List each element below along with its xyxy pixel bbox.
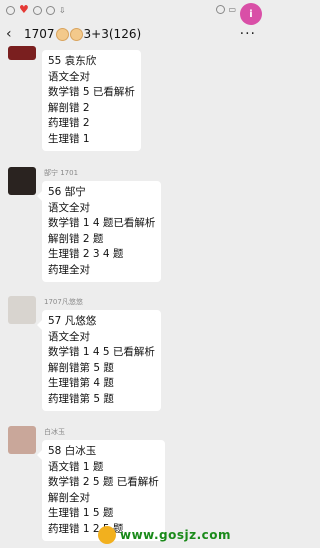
watermark-text: www.gosjz.com xyxy=(120,528,232,542)
message-line: 语文错 1 题 xyxy=(48,460,104,473)
message-line: 解剖错 2 xyxy=(48,101,90,114)
sender-name: 郜宁 1701 xyxy=(44,169,79,177)
chat-title: 1707 3+3(126) xyxy=(24,27,141,41)
title-prefix: 1707 xyxy=(24,27,55,41)
message-line: 生理错 1 xyxy=(48,132,90,145)
status-bar: ♥ ⇩ ▭ xyxy=(0,0,266,22)
message-line: 药理错第 5 题 xyxy=(48,392,114,405)
avatar[interactable] xyxy=(8,167,36,195)
avatar[interactable] xyxy=(8,426,36,454)
badge-label: i xyxy=(249,8,253,20)
avatar[interactable] xyxy=(8,46,36,60)
heart-icon: ♥ xyxy=(19,3,29,16)
message-line: 56 郜宁 xyxy=(48,186,86,198)
notification-icon xyxy=(45,5,55,15)
message-line: 解剖错 2 题 xyxy=(48,232,104,245)
title-suffix: 3+3(126) xyxy=(83,27,142,41)
download-icon: ⇩ xyxy=(58,5,66,15)
message-line: 生理错 1 5 题 xyxy=(48,507,114,519)
message-line: 药理错 2 xyxy=(48,117,90,129)
message-line: 语文全对 xyxy=(48,330,90,343)
message-line: 药理全对 xyxy=(48,263,90,276)
sender-name: 1707凡悠悠 xyxy=(44,298,83,306)
alarm-icon xyxy=(216,5,226,14)
message-line: 语文全对 xyxy=(48,201,90,214)
message-line: 数学错 2 5 题 已看解析 xyxy=(48,476,159,488)
chat-header: ‹ 1707 3+3(126) ··· xyxy=(0,22,266,46)
message-line: 数学错 1 4 题已看解析 xyxy=(48,217,156,229)
avatar[interactable] xyxy=(8,296,36,324)
sender-name: 白冰玉 xyxy=(44,428,65,436)
message-line: 语文全对 xyxy=(48,70,90,83)
battery-icon: ▭ xyxy=(228,5,236,14)
app-icon xyxy=(6,5,15,15)
message-line: 55 袁东欣 xyxy=(48,55,97,67)
more-options-icon[interactable]: ··· xyxy=(240,26,256,42)
message-bubble[interactable]: 57 凡悠悠 语文全对 数学错 1 4 5 已看解析 解剖错第 5 题 生理错第… xyxy=(37,310,161,411)
wifi-icon xyxy=(32,5,42,15)
message-line: 数学错 5 已看解析 xyxy=(48,86,135,98)
message-line: 57 凡悠悠 xyxy=(48,315,97,327)
message-bubble[interactable]: 55 袁东欣 语文全对 数学错 5 已看解析 解剖错 2 药理错 2 生理错 1 xyxy=(42,50,141,151)
message-line: 生理错 2 3 4 题 xyxy=(48,248,124,260)
back-arrow-icon[interactable]: ‹ xyxy=(6,26,24,42)
message-line: 数学错 1 4 5 已看解析 xyxy=(48,346,155,358)
watermark-logo xyxy=(98,526,116,544)
message-bubble[interactable]: 56 郜宁 语文全对 数学错 1 4 题已看解析 解剖错 2 题 生理错 2 3… xyxy=(36,181,162,282)
emoji-face-icon-2 xyxy=(69,27,83,41)
emoji-face-icon xyxy=(55,27,69,41)
message-line: 生理错第 4 题 xyxy=(48,377,114,389)
message-line: 解剖全对 xyxy=(48,491,90,504)
message-line: 58 白冰玉 xyxy=(48,445,97,457)
message-line: 解剖错第 5 题 xyxy=(48,361,114,374)
